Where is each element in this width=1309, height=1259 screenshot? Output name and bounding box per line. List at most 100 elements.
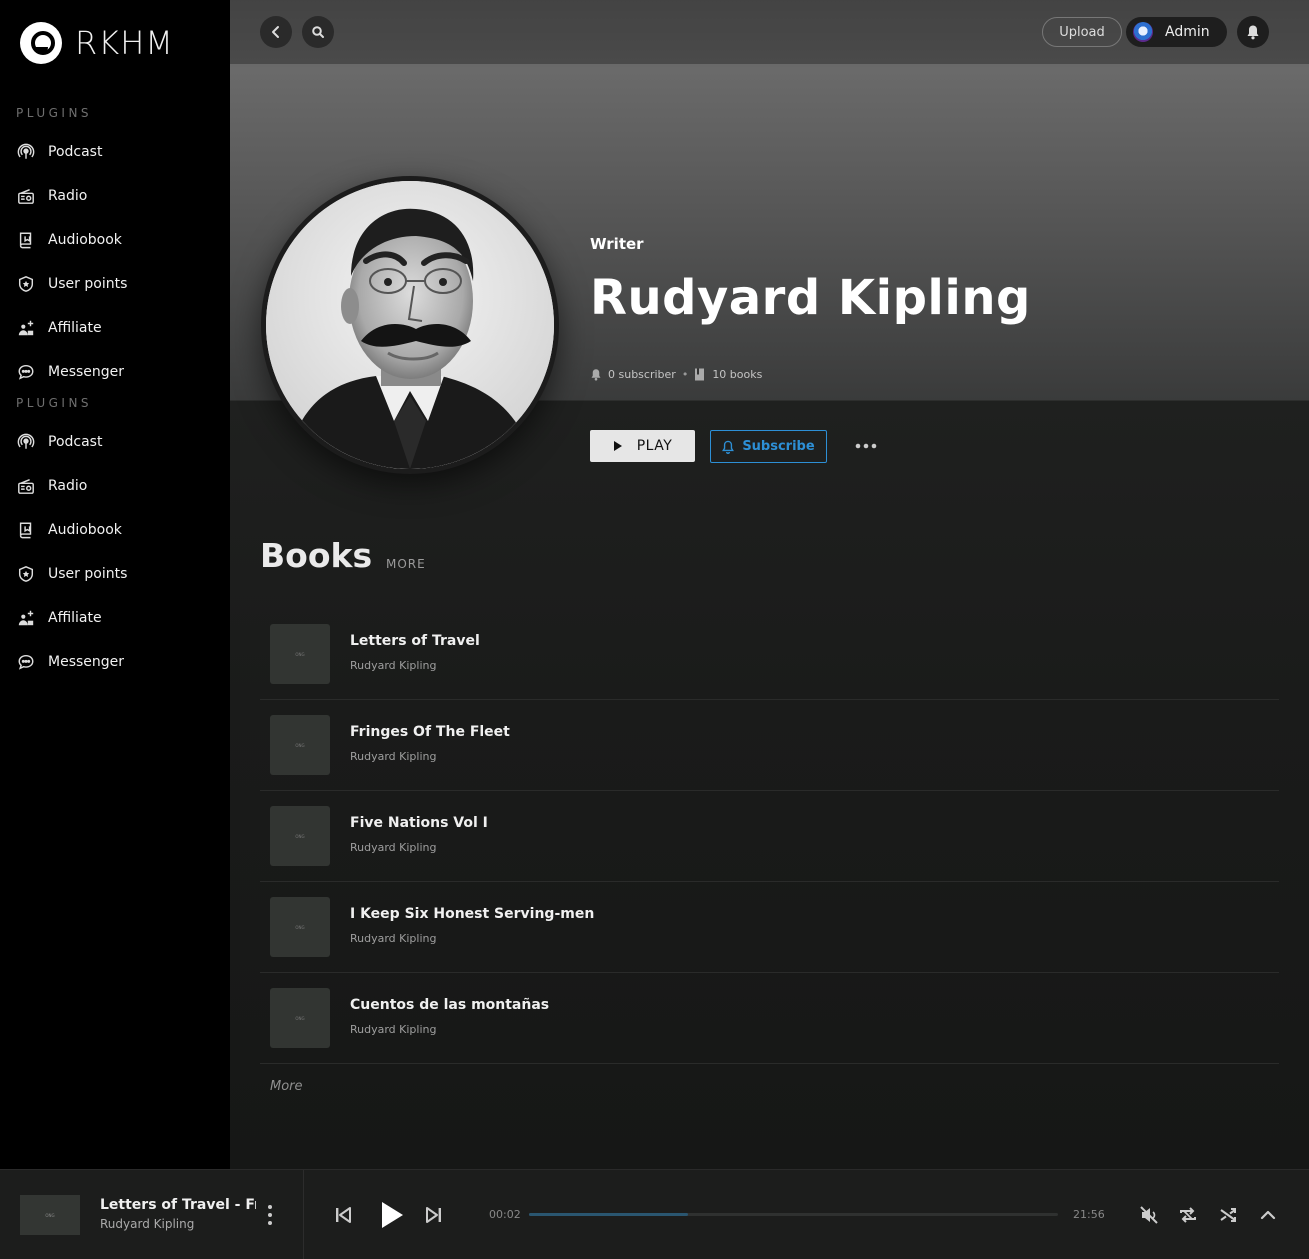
books-more-link[interactable]: MORE bbox=[386, 557, 426, 571]
list-item[interactable]: ONG Fringes Of The Fleet Rudyard Kipling bbox=[260, 700, 1279, 791]
subscribe-button-label: Subscribe bbox=[742, 439, 815, 454]
brand-logo-icon bbox=[20, 22, 62, 64]
sidebar-item-radio[interactable]: Radio bbox=[16, 180, 216, 212]
progress-bar[interactable] bbox=[529, 1213, 1058, 1216]
points-icon bbox=[16, 564, 36, 584]
search-icon bbox=[312, 26, 324, 38]
sidebar-item-label: User points bbox=[48, 566, 128, 582]
sidebar-section-title: PLUGINS bbox=[16, 106, 93, 120]
total-time: 21:56 bbox=[1073, 1208, 1105, 1221]
upload-button[interactable]: Upload bbox=[1042, 17, 1122, 47]
book-title[interactable]: Five Nations Vol I bbox=[350, 815, 488, 831]
now-playing-cover[interactable]: ONG bbox=[20, 1195, 80, 1235]
book-cover: ONG bbox=[270, 715, 330, 775]
book-cover: ONG bbox=[270, 806, 330, 866]
sidebar: RKHM PLUGINS Podcast Radio Audiobook Use… bbox=[0, 0, 230, 1169]
bell-icon bbox=[1247, 25, 1259, 40]
radio-icon bbox=[16, 476, 36, 496]
sidebar-section-title: PLUGINS bbox=[16, 396, 93, 410]
book-author[interactable]: Rudyard Kipling bbox=[350, 932, 436, 945]
subscribe-button[interactable]: Subscribe bbox=[710, 430, 827, 463]
sidebar-item-label: Audiobook bbox=[48, 232, 122, 248]
back-button[interactable] bbox=[260, 16, 292, 48]
audiobook-icon bbox=[16, 520, 36, 540]
avatar bbox=[1133, 22, 1153, 42]
repeat-button[interactable] bbox=[1177, 1203, 1199, 1227]
book-author[interactable]: Rudyard Kipling bbox=[350, 841, 436, 854]
notifications-button[interactable] bbox=[1237, 16, 1269, 48]
radio-icon bbox=[16, 186, 36, 206]
skip-next-icon bbox=[426, 1207, 441, 1223]
sidebar-item-podcast[interactable]: Podcast bbox=[16, 136, 216, 168]
play-icon bbox=[613, 441, 622, 451]
bell-icon bbox=[591, 369, 601, 381]
sidebar-item-label: Affiliate bbox=[48, 320, 102, 336]
more-horizontal-icon bbox=[855, 443, 877, 449]
list-item[interactable]: ONG Cuentos de las montañas Rudyard Kipl… bbox=[260, 973, 1279, 1064]
book-author[interactable]: Rudyard Kipling bbox=[350, 750, 436, 763]
bell-outline-icon bbox=[722, 440, 735, 454]
sidebar-item-audiobook[interactable]: Audiobook bbox=[16, 514, 216, 546]
sidebar-item-label: Audiobook bbox=[48, 522, 122, 538]
book-cover: ONG bbox=[270, 988, 330, 1048]
list-item[interactable]: ONG I Keep Six Honest Serving-men Rudyar… bbox=[260, 882, 1279, 973]
podcast-icon bbox=[16, 142, 36, 162]
shuffle-button[interactable] bbox=[1217, 1203, 1239, 1227]
messenger-icon bbox=[16, 362, 36, 382]
play-icon bbox=[382, 1202, 403, 1228]
book-count: 10 books bbox=[712, 368, 763, 381]
expand-player-button[interactable] bbox=[1257, 1203, 1279, 1227]
sidebar-item-label: Messenger bbox=[48, 364, 125, 380]
book-author[interactable]: Rudyard Kipling bbox=[350, 659, 436, 672]
affiliate-icon bbox=[16, 318, 36, 338]
audio-player: ONG Letters of Travel - From Rudyard Kip… bbox=[0, 1169, 1309, 1259]
repeat-icon bbox=[1180, 1207, 1196, 1223]
mute-button[interactable] bbox=[1138, 1203, 1160, 1227]
sidebar-item-radio[interactable]: Radio bbox=[16, 470, 216, 502]
book-title[interactable]: Cuentos de las montañas bbox=[350, 997, 549, 1013]
search-button[interactable] bbox=[302, 16, 334, 48]
books-list-more-link[interactable]: More bbox=[270, 1079, 303, 1094]
book-title[interactable]: Letters of Travel bbox=[350, 633, 480, 649]
sidebar-item-messenger[interactable]: Messenger bbox=[16, 646, 216, 678]
sidebar-item-user-points[interactable]: User points bbox=[16, 268, 216, 300]
book-title[interactable]: Fringes Of The Fleet bbox=[350, 724, 510, 740]
sidebar-item-label: User points bbox=[48, 276, 128, 292]
main-content: Upload Admin Writer Rudyard Kipling 0 su… bbox=[230, 0, 1309, 1169]
divider bbox=[303, 1170, 304, 1259]
list-item[interactable]: ONG Letters of Travel Rudyard Kipling bbox=[260, 609, 1279, 700]
sidebar-item-messenger[interactable]: Messenger bbox=[16, 356, 216, 388]
track-options-button[interactable] bbox=[262, 1202, 278, 1228]
now-playing-artist[interactable]: Rudyard Kipling bbox=[100, 1217, 194, 1231]
sidebar-item-label: Podcast bbox=[48, 434, 103, 450]
progress-fill bbox=[529, 1213, 688, 1216]
play-pause-button[interactable] bbox=[376, 1198, 408, 1232]
previous-button[interactable] bbox=[332, 1203, 354, 1227]
user-menu-button[interactable]: Admin bbox=[1126, 17, 1227, 47]
more-options-button[interactable] bbox=[852, 432, 880, 460]
sidebar-item-user-points[interactable]: User points bbox=[16, 558, 216, 590]
book-author[interactable]: Rudyard Kipling bbox=[350, 1023, 436, 1036]
now-playing-title[interactable]: Letters of Travel - From bbox=[100, 1197, 256, 1213]
brand-name: RKHM bbox=[75, 24, 174, 62]
book-cover: ONG bbox=[270, 897, 330, 957]
sidebar-item-audiobook[interactable]: Audiobook bbox=[16, 224, 216, 256]
volume-mute-icon bbox=[1140, 1206, 1158, 1224]
sidebar-item-label: Messenger bbox=[48, 654, 125, 670]
sidebar-item-affiliate[interactable]: Affiliate bbox=[16, 312, 216, 344]
book-title[interactable]: I Keep Six Honest Serving-men bbox=[350, 906, 594, 922]
messenger-icon bbox=[16, 652, 36, 672]
affiliate-icon bbox=[16, 608, 36, 628]
sidebar-item-label: Radio bbox=[48, 188, 88, 204]
next-button[interactable] bbox=[423, 1203, 445, 1227]
book-cover: ONG bbox=[270, 624, 330, 684]
artist-name: Rudyard Kipling bbox=[590, 270, 1031, 326]
list-item[interactable]: ONG Five Nations Vol I Rudyard Kipling bbox=[260, 791, 1279, 882]
user-name: Admin bbox=[1165, 24, 1210, 40]
books-section-title: Books bbox=[260, 536, 373, 575]
play-button[interactable]: PLAY bbox=[590, 430, 695, 462]
sidebar-item-podcast[interactable]: Podcast bbox=[16, 426, 216, 458]
play-button-label: PLAY bbox=[636, 438, 673, 454]
sidebar-item-affiliate[interactable]: Affiliate bbox=[16, 602, 216, 634]
brand[interactable]: RKHM bbox=[20, 22, 174, 64]
